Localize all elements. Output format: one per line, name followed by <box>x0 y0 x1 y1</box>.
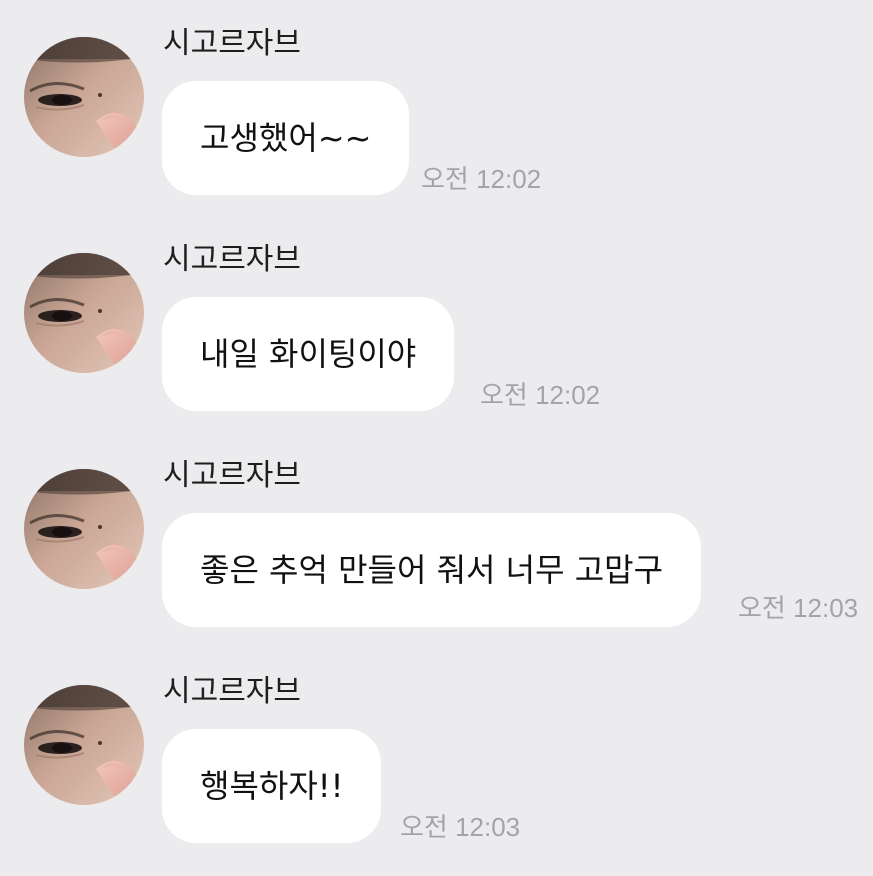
avatar[interactable] <box>24 37 144 157</box>
avatar[interactable] <box>24 685 144 805</box>
message-row: 시고르자브 행복하자!! 오전 12:03 <box>0 674 873 876</box>
sender-name: 시고르자브 <box>163 674 301 709</box>
sender-name: 시고르자브 <box>163 458 301 493</box>
message-timestamp: 오전 12:02 <box>480 380 601 410</box>
message-timestamp: 오전 12:03 <box>400 812 521 842</box>
message-bubble[interactable]: 좋은 추억 만들어 줘서 너무 고맙구 <box>162 513 702 627</box>
profile-photo <box>24 469 144 589</box>
message-bubble[interactable]: 고생했어~~ <box>162 81 410 195</box>
avatar[interactable] <box>24 469 144 589</box>
avatar[interactable] <box>24 253 144 373</box>
sender-name: 시고르자브 <box>163 26 301 61</box>
message-bubble[interactable]: 행복하자!! <box>162 729 382 843</box>
profile-photo <box>24 253 144 373</box>
message-row: 시고르자브 좋은 추억 만들어 줘서 너무 고맙구 오전 12:03 <box>0 458 873 668</box>
message-row: 시고르자브 고생했어~~ 오전 12:02 <box>0 26 873 236</box>
message-timestamp: 오전 12:02 <box>421 164 542 194</box>
message-timestamp: 오전 12:03 <box>738 593 859 623</box>
profile-photo <box>24 685 144 805</box>
chat-screen[interactable]: 시고르자브 고생했어~~ 오전 12:02 시고르자브 내일 화이팅이야 오전 … <box>0 0 873 876</box>
profile-photo <box>24 37 144 157</box>
message-row: 시고르자브 내일 화이팅이야 오전 12:02 <box>0 242 873 452</box>
sender-name: 시고르자브 <box>163 242 301 277</box>
message-bubble[interactable]: 내일 화이팅이야 <box>162 297 455 411</box>
